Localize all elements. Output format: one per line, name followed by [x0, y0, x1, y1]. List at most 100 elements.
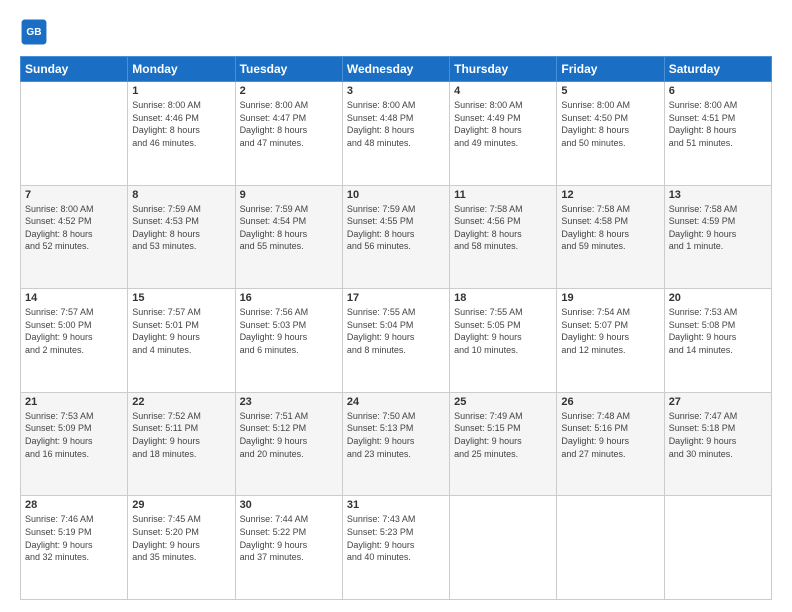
day-info: Sunrise: 7:53 AM Sunset: 5:08 PM Dayligh… — [669, 306, 767, 356]
calendar-cell — [450, 496, 557, 600]
day-number: 26 — [561, 396, 659, 408]
calendar-cell: 19 Sunrise: 7:54 AM Sunset: 5:07 PM Dayli… — [557, 289, 664, 393]
day-number: 22 — [132, 396, 230, 408]
day-number: 11 — [454, 189, 552, 201]
day-number: 16 — [240, 292, 338, 304]
calendar-header-wednesday: Wednesday — [342, 57, 449, 82]
calendar-cell: 15 Sunrise: 7:57 AM Sunset: 5:01 PM Dayli… — [128, 289, 235, 393]
day-number: 29 — [132, 499, 230, 511]
calendar-week-4: 21Sunrise: 7:53 AM Sunset: 5:09 PM Dayli… — [21, 392, 772, 496]
logo-icon: GB — [20, 18, 48, 46]
calendar-cell: 12 Sunrise: 7:58 AM Sunset: 4:58 PM Dayli… — [557, 185, 664, 289]
day-info: Sunrise: 7:58 AM Sunset: 4:56 PM Dayligh… — [454, 203, 552, 253]
calendar-week-1: 1 Sunrise: 8:00 AM Sunset: 4:46 PM Daylig… — [21, 82, 772, 186]
day-number: 20 — [669, 292, 767, 304]
day-number: 19 — [561, 292, 659, 304]
day-number: 24 — [347, 396, 445, 408]
calendar-cell: 3 Sunrise: 8:00 AM Sunset: 4:48 PM Daylig… — [342, 82, 449, 186]
day-info: Sunrise: 7:50 AM Sunset: 5:13 PM Dayligh… — [347, 410, 445, 460]
day-info: Sunrise: 7:57 AM Sunset: 5:01 PM Dayligh… — [132, 306, 230, 356]
day-info: Sunrise: 7:59 AM Sunset: 4:53 PM Dayligh… — [132, 203, 230, 253]
calendar-header-monday: Monday — [128, 57, 235, 82]
calendar-cell: 13 Sunrise: 7:58 AM Sunset: 4:59 PM Dayli… — [664, 185, 771, 289]
day-number: 1 — [132, 85, 230, 97]
calendar-cell: 5Sunrise: 8:00 AM Sunset: 4:50 PM Daylig… — [557, 82, 664, 186]
calendar-cell — [664, 496, 771, 600]
calendar-header-saturday: Saturday — [664, 57, 771, 82]
day-info: Sunrise: 7:53 AM Sunset: 5:09 PM Dayligh… — [25, 410, 123, 460]
calendar-cell: 20 Sunrise: 7:53 AM Sunset: 5:08 PM Dayli… — [664, 289, 771, 393]
calendar-cell: 23Sunrise: 7:51 AM Sunset: 5:12 PM Dayli… — [235, 392, 342, 496]
day-info: Sunrise: 7:44 AM Sunset: 5:22 PM Dayligh… — [240, 513, 338, 563]
calendar-cell: 29 Sunrise: 7:45 AM Sunset: 5:20 PM Dayli… — [128, 496, 235, 600]
day-info: Sunrise: 7:56 AM Sunset: 5:03 PM Dayligh… — [240, 306, 338, 356]
calendar-cell: 7 Sunrise: 8:00 AM Sunset: 4:52 PM Daylig… — [21, 185, 128, 289]
day-info: Sunrise: 7:49 AM Sunset: 5:15 PM Dayligh… — [454, 410, 552, 460]
day-number: 9 — [240, 189, 338, 201]
calendar-cell: 21Sunrise: 7:53 AM Sunset: 5:09 PM Dayli… — [21, 392, 128, 496]
calendar-week-5: 28Sunrise: 7:46 AM Sunset: 5:19 PM Dayli… — [21, 496, 772, 600]
calendar-cell: 24 Sunrise: 7:50 AM Sunset: 5:13 PM Dayli… — [342, 392, 449, 496]
calendar-cell: 25 Sunrise: 7:49 AM Sunset: 5:15 PM Dayli… — [450, 392, 557, 496]
day-number: 18 — [454, 292, 552, 304]
calendar-cell: 10 Sunrise: 7:59 AM Sunset: 4:55 PM Dayli… — [342, 185, 449, 289]
calendar-cell: 16 Sunrise: 7:56 AM Sunset: 5:03 PM Dayli… — [235, 289, 342, 393]
calendar-cell: 1 Sunrise: 8:00 AM Sunset: 4:46 PM Daylig… — [128, 82, 235, 186]
day-number: 6 — [669, 85, 767, 97]
calendar-cell: 26Sunrise: 7:48 AM Sunset: 5:16 PM Dayli… — [557, 392, 664, 496]
day-info: Sunrise: 7:47 AM Sunset: 5:18 PM Dayligh… — [669, 410, 767, 460]
day-info: Sunrise: 7:52 AM Sunset: 5:11 PM Dayligh… — [132, 410, 230, 460]
day-number: 2 — [240, 85, 338, 97]
day-number: 13 — [669, 189, 767, 201]
day-info: Sunrise: 7:59 AM Sunset: 4:54 PM Dayligh… — [240, 203, 338, 253]
day-number: 5 — [561, 85, 659, 97]
calendar-cell: 9 Sunrise: 7:59 AM Sunset: 4:54 PM Daylig… — [235, 185, 342, 289]
calendar-week-3: 14Sunrise: 7:57 AM Sunset: 5:00 PM Dayli… — [21, 289, 772, 393]
calendar-cell: 31Sunrise: 7:43 AM Sunset: 5:23 PM Dayli… — [342, 496, 449, 600]
calendar-cell: 4 Sunrise: 8:00 AM Sunset: 4:49 PM Daylig… — [450, 82, 557, 186]
day-info: Sunrise: 7:45 AM Sunset: 5:20 PM Dayligh… — [132, 513, 230, 563]
day-info: Sunrise: 8:00 AM Sunset: 4:49 PM Dayligh… — [454, 99, 552, 149]
calendar-header-tuesday: Tuesday — [235, 57, 342, 82]
calendar-cell: 17Sunrise: 7:55 AM Sunset: 5:04 PM Dayli… — [342, 289, 449, 393]
day-number: 27 — [669, 396, 767, 408]
day-info: Sunrise: 7:58 AM Sunset: 4:59 PM Dayligh… — [669, 203, 767, 253]
day-number: 4 — [454, 85, 552, 97]
day-info: Sunrise: 7:55 AM Sunset: 5:04 PM Dayligh… — [347, 306, 445, 356]
day-number: 30 — [240, 499, 338, 511]
day-number: 15 — [132, 292, 230, 304]
calendar-week-2: 7 Sunrise: 8:00 AM Sunset: 4:52 PM Daylig… — [21, 185, 772, 289]
day-info: Sunrise: 8:00 AM Sunset: 4:47 PM Dayligh… — [240, 99, 338, 149]
day-info: Sunrise: 8:00 AM Sunset: 4:48 PM Dayligh… — [347, 99, 445, 149]
day-number: 7 — [25, 189, 123, 201]
day-number: 23 — [240, 396, 338, 408]
calendar-header-row: SundayMondayTuesdayWednesdayThursdayFrid… — [21, 57, 772, 82]
calendar-cell: 11 Sunrise: 7:58 AM Sunset: 4:56 PM Dayli… — [450, 185, 557, 289]
calendar-cell: 27 Sunrise: 7:47 AM Sunset: 5:18 PM Dayli… — [664, 392, 771, 496]
day-number: 12 — [561, 189, 659, 201]
day-info: Sunrise: 8:00 AM Sunset: 4:52 PM Dayligh… — [25, 203, 123, 253]
calendar-cell: 30 Sunrise: 7:44 AM Sunset: 5:22 PM Dayli… — [235, 496, 342, 600]
calendar-cell: 14Sunrise: 7:57 AM Sunset: 5:00 PM Dayli… — [21, 289, 128, 393]
calendar-header-thursday: Thursday — [450, 57, 557, 82]
calendar-cell: 22 Sunrise: 7:52 AM Sunset: 5:11 PM Dayli… — [128, 392, 235, 496]
day-info: Sunrise: 7:59 AM Sunset: 4:55 PM Dayligh… — [347, 203, 445, 253]
day-number: 25 — [454, 396, 552, 408]
day-info: Sunrise: 7:57 AM Sunset: 5:00 PM Dayligh… — [25, 306, 123, 356]
calendar-cell: 28Sunrise: 7:46 AM Sunset: 5:19 PM Dayli… — [21, 496, 128, 600]
day-info: Sunrise: 7:58 AM Sunset: 4:58 PM Dayligh… — [561, 203, 659, 253]
calendar-header-sunday: Sunday — [21, 57, 128, 82]
day-number: 10 — [347, 189, 445, 201]
calendar-cell: 18Sunrise: 7:55 AM Sunset: 5:05 PM Dayli… — [450, 289, 557, 393]
day-info: Sunrise: 7:54 AM Sunset: 5:07 PM Dayligh… — [561, 306, 659, 356]
day-info: Sunrise: 8:00 AM Sunset: 4:46 PM Dayligh… — [132, 99, 230, 149]
day-number: 31 — [347, 499, 445, 511]
day-number: 3 — [347, 85, 445, 97]
day-number: 28 — [25, 499, 123, 511]
header: GB — [20, 18, 772, 46]
calendar-cell: 6 Sunrise: 8:00 AM Sunset: 4:51 PM Daylig… — [664, 82, 771, 186]
svg-text:GB: GB — [26, 27, 41, 38]
calendar-cell — [557, 496, 664, 600]
calendar-header-friday: Friday — [557, 57, 664, 82]
day-info: Sunrise: 8:00 AM Sunset: 4:51 PM Dayligh… — [669, 99, 767, 149]
